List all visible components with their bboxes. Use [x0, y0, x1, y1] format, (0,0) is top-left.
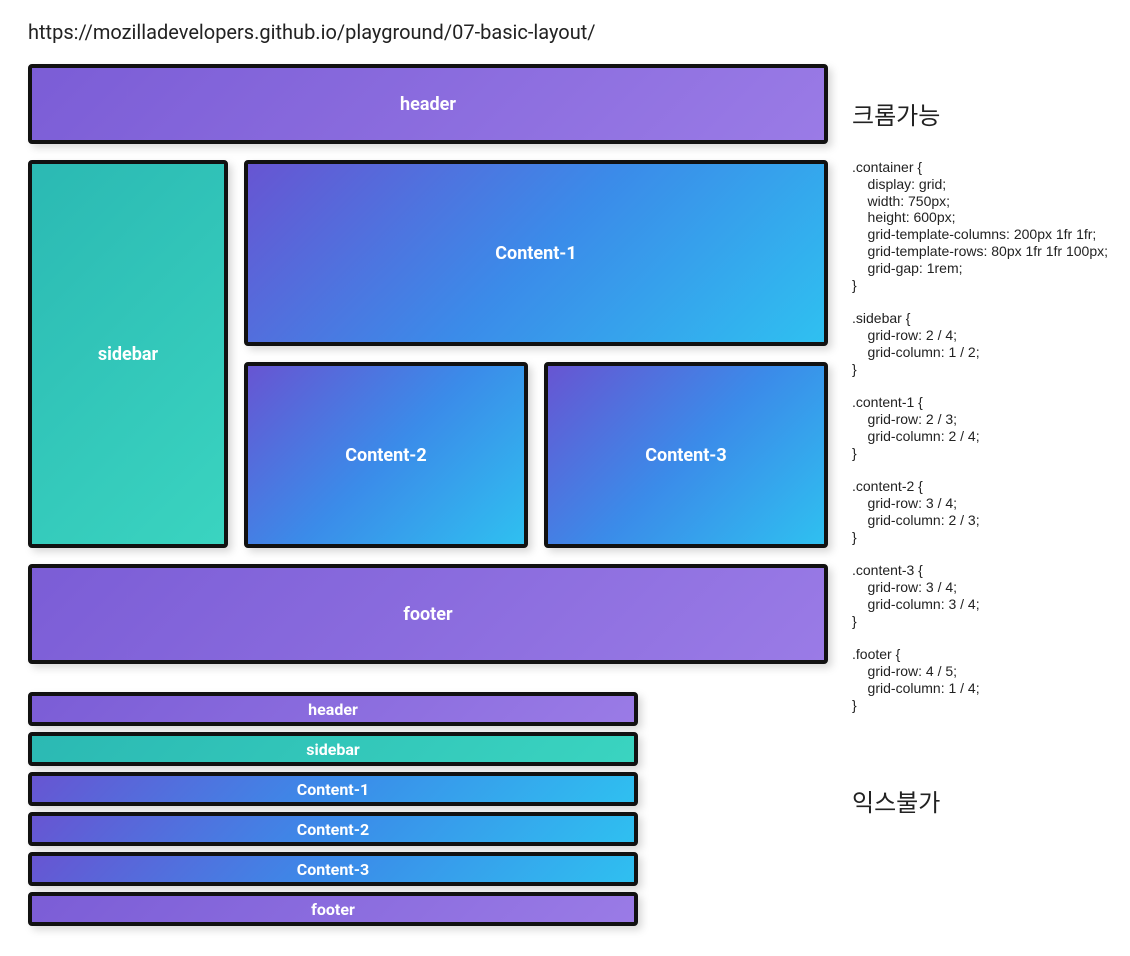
- grid-content-1: Content-1: [244, 160, 828, 346]
- page-url: https://mozilladevelopers.github.io/play…: [28, 20, 1102, 44]
- grid-sidebar: sidebar: [28, 160, 228, 548]
- main-row: header sidebar Content-1 Content-2 Conte…: [28, 64, 1102, 926]
- grid-content-2: Content-2: [244, 362, 528, 548]
- grid-content-3: Content-3: [544, 362, 828, 548]
- css-code-block: .container { display: grid; width: 750px…: [852, 159, 1108, 713]
- stack-sidebar: sidebar: [28, 732, 638, 766]
- right-column: 크롬가능 .container { display: grid; width: …: [852, 64, 1108, 818]
- left-column: header sidebar Content-1 Content-2 Conte…: [28, 64, 828, 926]
- stack-content-2: Content-2: [28, 812, 638, 846]
- stack-content-3: Content-3: [28, 852, 638, 886]
- grid-footer: footer: [28, 564, 828, 664]
- stack-content-1: Content-1: [28, 772, 638, 806]
- stack-header: header: [28, 692, 638, 726]
- stacked-layout-demo: header sidebar Content-1 Content-2 Conte…: [28, 692, 638, 926]
- stack-footer: footer: [28, 892, 638, 926]
- section-title-ie: 익스불가: [852, 783, 1108, 818]
- grid-layout-demo: header sidebar Content-1 Content-2 Conte…: [28, 64, 828, 664]
- section-title-chrome: 크롬가능: [852, 96, 1108, 131]
- grid-header: header: [28, 64, 828, 144]
